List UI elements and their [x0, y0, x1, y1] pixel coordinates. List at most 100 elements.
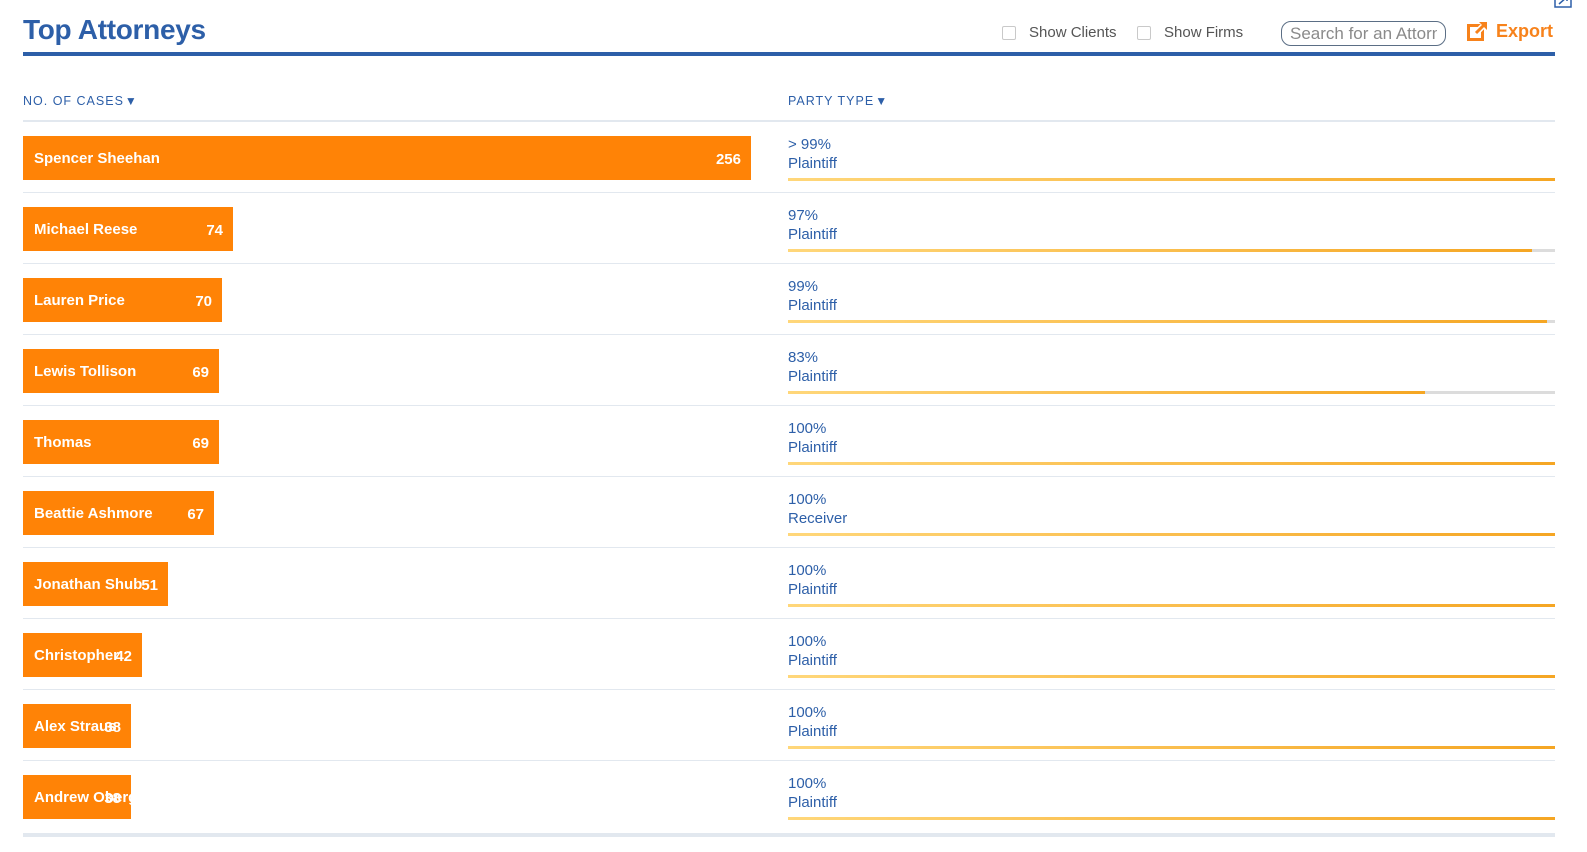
attorney-name[interactable]: Beattie Ashmore — [34, 505, 153, 522]
party-type-label: Plaintiff — [788, 155, 837, 172]
table-row: Beattie Ashmore 67 100% Receiver — [23, 477, 1555, 548]
party-type-label: Plaintiff — [788, 723, 837, 740]
sort-desc-icon: ▼ — [875, 94, 889, 108]
sort-desc-icon: ▼ — [124, 94, 138, 108]
party-percentage-track — [788, 462, 1555, 465]
external-link-icon — [1467, 20, 1489, 41]
party-type-label: Plaintiff — [788, 439, 837, 456]
column-header-cases[interactable]: NO. OF CASES▼ — [23, 94, 138, 108]
party-type-label: Plaintiff — [788, 794, 837, 811]
party-type-cell: 99% Plaintiff — [788, 277, 837, 315]
party-type-cell: > 99% Plaintiff — [788, 135, 837, 173]
party-type-cell: 100% Plaintiff — [788, 703, 837, 741]
party-type-cell: 100% Plaintiff — [788, 561, 837, 599]
party-percentage-fill — [788, 675, 1555, 678]
header-divider — [23, 52, 1555, 56]
column-header-party-type-label: PARTY TYPE — [788, 94, 875, 108]
case-count-bar[interactable]: Lewis Tollison 69 — [23, 349, 219, 393]
party-percentage: 100% — [788, 420, 827, 437]
attorney-name[interactable]: Andrew Obergfell — [34, 789, 159, 806]
party-percentage-track — [788, 817, 1555, 820]
party-percentage: 97% — [788, 207, 819, 224]
column-header-party-type[interactable]: PARTY TYPE▼ — [788, 94, 888, 108]
party-percentage-fill — [788, 604, 1555, 607]
party-percentage: 100% — [788, 704, 827, 721]
party-type-label: Plaintiff — [788, 652, 837, 669]
party-percentage-fill — [788, 817, 1555, 820]
column-header-cases-label: NO. OF CASES — [23, 94, 124, 108]
attorney-name[interactable]: Spencer Sheehan — [34, 150, 160, 167]
party-type-cell: 100% Plaintiff — [788, 419, 837, 457]
case-count-label: 74 — [206, 222, 223, 239]
show-clients-label: Show Clients — [1029, 24, 1117, 41]
table-row: Spencer Sheehan 256 > 99% Plaintiff — [23, 122, 1555, 193]
show-clients-toggle[interactable]: Show Clients — [1002, 24, 1117, 41]
case-count-label: 38 — [104, 790, 121, 807]
party-type-cell: 100% Plaintiff — [788, 632, 837, 670]
party-percentage: 100% — [788, 562, 827, 579]
party-percentage-fill — [788, 462, 1555, 465]
case-count-label: 69 — [192, 435, 209, 452]
table-row: Andrew Obergfell 38 100% Plaintiff — [23, 761, 1555, 832]
party-type-cell: 100% Receiver — [788, 490, 847, 528]
case-count-bar[interactable]: Alex Straus 38 — [23, 704, 131, 748]
case-count-label: 42 — [115, 648, 132, 665]
party-percentage: 100% — [788, 491, 827, 508]
page-title: Top Attorneys — [23, 14, 206, 45]
party-type-cell: 100% Plaintiff — [788, 774, 837, 812]
party-percentage-fill — [788, 533, 1555, 536]
party-percentage: 100% — [788, 775, 827, 792]
attorney-name[interactable]: Christopher — [34, 647, 119, 664]
party-percentage-track — [788, 178, 1555, 181]
header: Top Attorneys Show Clients Show Firms Ex… — [23, 0, 1572, 57]
export-button[interactable]: Export — [1467, 20, 1553, 42]
party-type-label: Plaintiff — [788, 226, 837, 243]
case-count-label: 67 — [187, 506, 204, 523]
table-row: Jonathan Shub 51 100% Plaintiff — [23, 548, 1555, 619]
table-row: Thomas 69 100% Plaintiff — [23, 406, 1555, 477]
attorney-name[interactable]: Jonathan Shub — [34, 576, 142, 593]
attorney-search-input[interactable] — [1281, 21, 1446, 46]
party-type-label: Plaintiff — [788, 581, 837, 598]
case-count-bar[interactable]: Christopher 42 — [23, 633, 142, 677]
party-percentage-fill — [788, 746, 1555, 749]
party-percentage-track — [788, 746, 1555, 749]
party-percentage-track — [788, 391, 1555, 394]
party-percentage-track — [788, 533, 1555, 536]
party-percentage-fill — [788, 178, 1555, 181]
party-type-cell: 83% Plaintiff — [788, 348, 837, 386]
case-count-bar[interactable]: Thomas 69 — [23, 420, 219, 464]
case-count-bar[interactable]: Andrew Obergfell 38 — [23, 775, 159, 819]
table-row: Michael Reese 74 97% Plaintiff — [23, 193, 1555, 264]
attorney-name[interactable]: Michael Reese — [34, 221, 137, 238]
party-percentage: 99% — [788, 278, 819, 295]
party-percentage: > 99% — [788, 136, 831, 153]
show-firms-checkbox[interactable] — [1137, 25, 1151, 40]
party-type-label: Plaintiff — [788, 368, 837, 385]
attorney-name[interactable]: Lewis Tollison — [34, 363, 136, 380]
case-count-bar[interactable]: Lauren Price 70 — [23, 278, 222, 322]
attorney-name[interactable]: Thomas — [34, 434, 92, 451]
show-firms-toggle[interactable]: Show Firms — [1137, 24, 1243, 41]
party-type-label: Plaintiff — [788, 297, 837, 314]
table-row: Lauren Price 70 99% Plaintiff — [23, 264, 1555, 335]
party-percentage: 100% — [788, 633, 827, 650]
case-count-label: 38 — [104, 719, 121, 736]
case-count-bar[interactable]: Spencer Sheehan 256 — [23, 136, 751, 180]
party-percentage-fill — [788, 391, 1425, 394]
party-percentage-track — [788, 675, 1555, 678]
table-row: Alex Straus 38 100% Plaintiff — [23, 690, 1555, 761]
case-count-label: 70 — [195, 293, 212, 310]
party-percentage-fill — [788, 249, 1532, 252]
attorney-name[interactable]: Lauren Price — [34, 292, 125, 309]
case-count-bar[interactable]: Michael Reese 74 — [23, 207, 233, 251]
case-count-label: 256 — [715, 151, 741, 168]
case-count-bar[interactable]: Beattie Ashmore 67 — [23, 491, 214, 535]
case-count-label: 51 — [141, 577, 158, 594]
list-bottom-divider — [23, 833, 1555, 837]
table-row: Christopher 42 100% Plaintiff — [23, 619, 1555, 690]
case-count-bar[interactable]: Jonathan Shub 51 — [23, 562, 168, 606]
party-percentage-track — [788, 604, 1555, 607]
expand-icon[interactable] — [1554, 0, 1572, 8]
show-clients-checkbox[interactable] — [1002, 25, 1016, 40]
